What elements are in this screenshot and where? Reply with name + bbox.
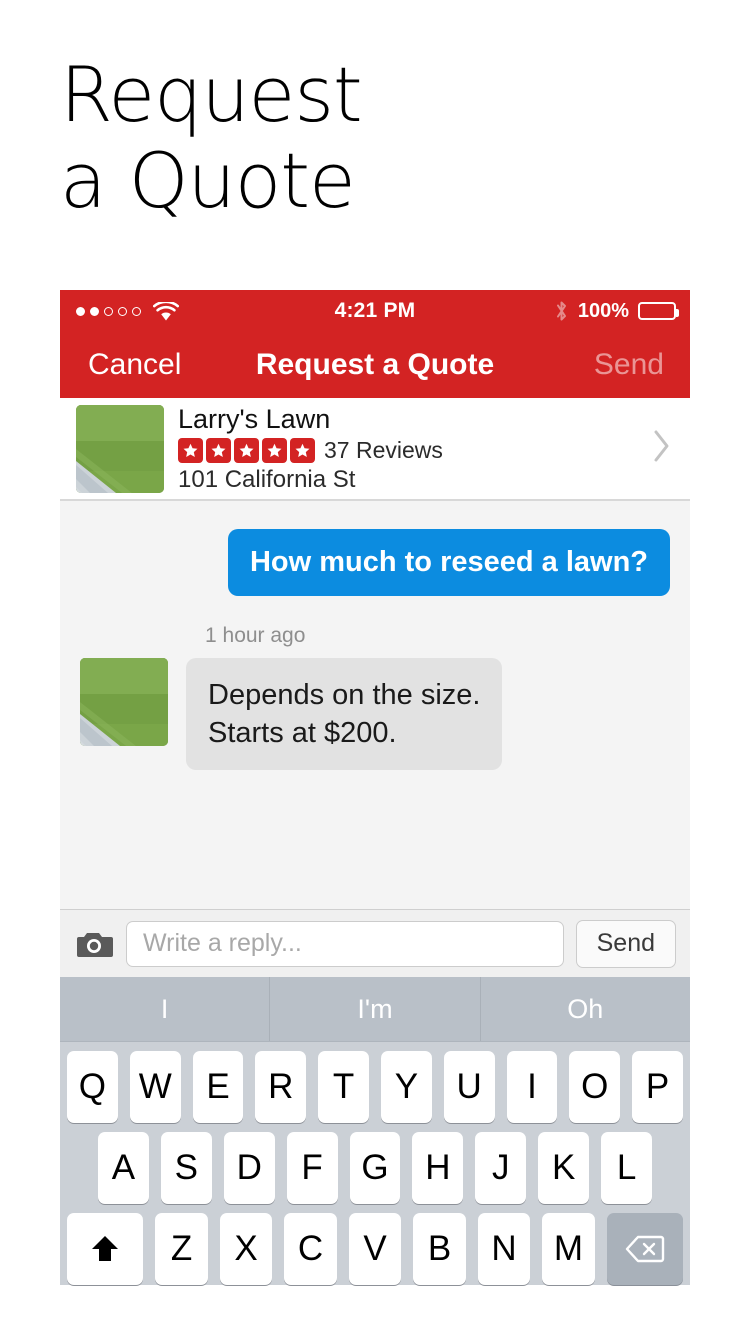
key-o[interactable]: O <box>569 1051 621 1123</box>
bluetooth-icon <box>556 301 566 321</box>
battery-full-icon <box>638 302 679 320</box>
key-e[interactable]: E <box>192 1051 244 1123</box>
keyboard-row-2: A S D F G H J K L <box>60 1123 690 1204</box>
suggestion-item[interactable]: Oh <box>481 977 690 1041</box>
business-row[interactable]: Larry's Lawn 37 Reviews 101 California S… <box>60 398 690 501</box>
review-count: 37 Reviews <box>324 436 443 463</box>
star-rating <box>178 437 315 463</box>
key-j[interactable]: J <box>475 1132 527 1204</box>
lawn-photo-thumbnail <box>76 404 164 493</box>
star-icon <box>178 437 203 463</box>
camera-icon[interactable] <box>74 924 114 964</box>
send-reply-button[interactable]: Send <box>575 919 676 968</box>
key-d[interactable]: D <box>223 1132 275 1204</box>
suggestion-item[interactable]: I <box>60 977 271 1041</box>
key-p[interactable]: P <box>632 1051 683 1123</box>
star-icon <box>206 437 231 463</box>
key-n[interactable]: N <box>477 1213 531 1285</box>
key-y[interactable]: Y <box>381 1051 432 1123</box>
business-name: Larry's Lawn <box>178 403 331 434</box>
suggestion-item[interactable]: I'm <box>270 977 481 1041</box>
star-icon <box>290 437 315 463</box>
status-bar-right: 100% <box>554 290 679 332</box>
key-c[interactable]: C <box>284 1213 337 1285</box>
message-bubble-outgoing: How much to reseed a lawn? <box>227 529 670 596</box>
key-q[interactable]: Q <box>67 1051 118 1123</box>
conversation-thread: How much to reseed a lawn? 1 hour ago De… <box>60 501 690 909</box>
key-m[interactable]: M <box>542 1213 595 1285</box>
page-title: Request a Quote <box>60 50 363 225</box>
message-timestamp: 1 hour ago <box>205 624 306 647</box>
star-icon <box>234 437 259 463</box>
backspace-icon[interactable] <box>606 1213 684 1285</box>
keyboard-row-3: Z X C V B N M <box>60 1204 690 1285</box>
key-x[interactable]: X <box>219 1213 273 1285</box>
key-z[interactable]: Z <box>155 1213 208 1285</box>
key-w[interactable]: W <box>129 1051 181 1123</box>
lawn-photo-avatar[interactable] <box>80 658 168 746</box>
key-f[interactable]: F <box>286 1132 338 1204</box>
battery-percent-label: 100% <box>577 299 629 322</box>
on-screen-keyboard: I I'm Oh Q W E R T Y U I O P A S D F G H… <box>60 977 690 1285</box>
shift-icon[interactable] <box>66 1213 144 1285</box>
key-k[interactable]: K <box>538 1132 590 1204</box>
keyboard-row-1: Q W E R T Y U I O P <box>60 1042 690 1123</box>
key-g[interactable]: G <box>349 1132 401 1204</box>
key-s[interactable]: S <box>160 1132 212 1204</box>
reply-input[interactable]: Write a reply... <box>126 920 564 967</box>
key-t[interactable]: T <box>318 1051 369 1123</box>
business-info: Larry's Lawn 37 Reviews 101 California S… <box>178 404 644 494</box>
message-bubble-incoming: Depends on the size. Starts at $200. <box>186 658 503 770</box>
phone-screen: 4:21 PM 100% Cancel Request a Quote Send <box>60 290 690 1334</box>
key-l[interactable]: L <box>601 1132 653 1204</box>
key-r[interactable]: R <box>255 1051 307 1123</box>
key-b[interactable]: B <box>413 1213 466 1285</box>
key-i[interactable]: I <box>506 1051 558 1123</box>
autocomplete-suggestions: I I'm Oh <box>60 977 690 1042</box>
status-bar: 4:21 PM 100% <box>60 290 690 332</box>
message-row-outgoing: How much to reseed a lawn? <box>80 529 670 596</box>
key-a[interactable]: A <box>98 1132 149 1204</box>
reply-bar: Write a reply... Send <box>60 909 690 977</box>
nav-send-button[interactable]: Send <box>594 332 664 398</box>
key-v[interactable]: V <box>348 1213 402 1285</box>
business-address: 101 California St <box>178 465 356 493</box>
nav-bar: Cancel Request a Quote Send <box>60 332 690 398</box>
business-rating: 37 Reviews <box>178 437 644 464</box>
key-h[interactable]: H <box>412 1132 464 1204</box>
star-icon <box>262 437 287 463</box>
chevron-right-icon <box>652 429 672 468</box>
message-row-incoming: Depends on the size. Starts at $200. <box>80 658 670 770</box>
key-u[interactable]: U <box>443 1051 495 1123</box>
